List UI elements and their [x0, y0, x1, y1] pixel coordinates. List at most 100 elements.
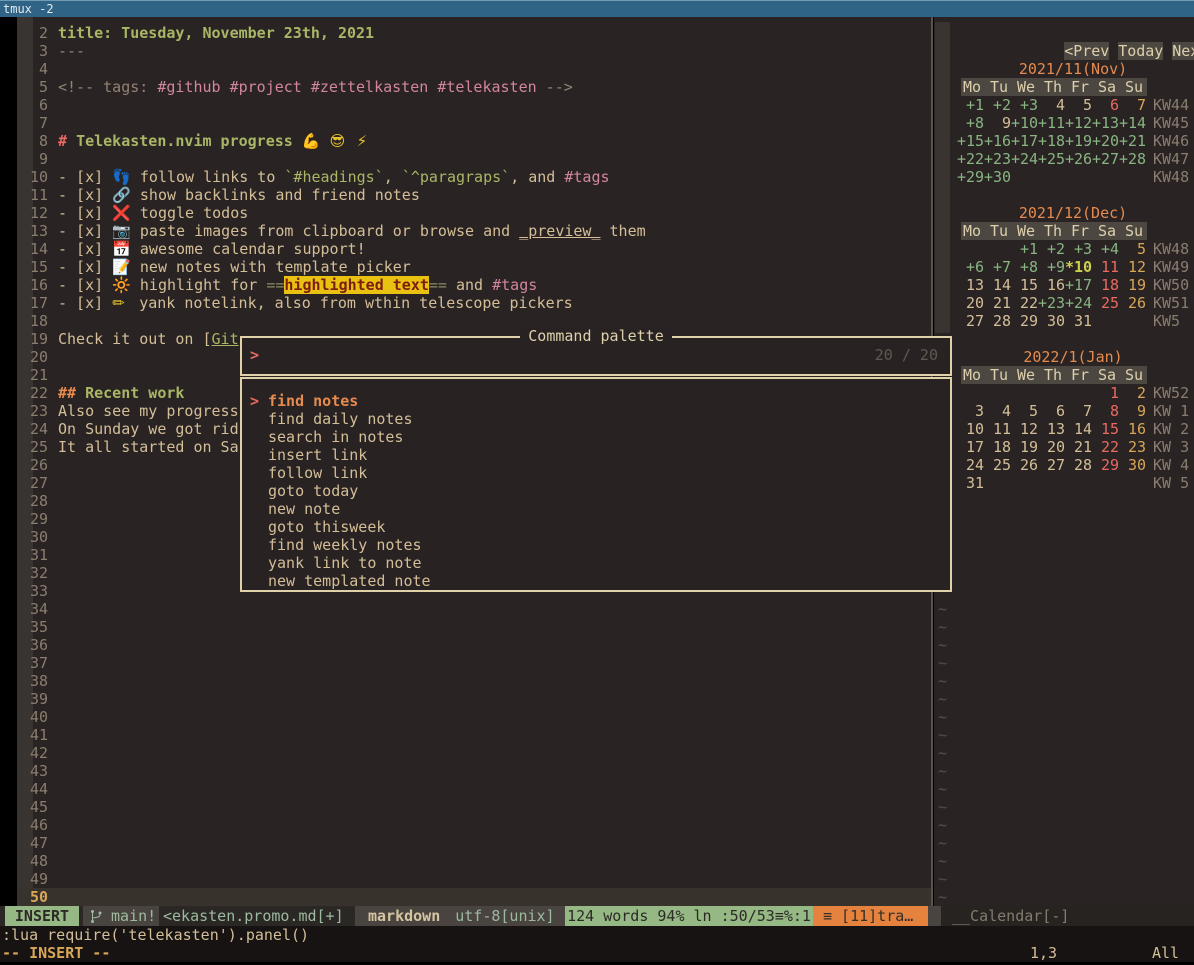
calendar-day-4[interactable]: +4 — [1092, 240, 1119, 258]
calendar-day-31[interactable]: 31 — [957, 474, 984, 492]
calendar-day-4[interactable]: 4 — [984, 402, 1011, 420]
calendar-day-21[interactable]: 21 — [1065, 438, 1092, 456]
calendar-day-21[interactable]: +21 — [1119, 132, 1146, 150]
calendar-day-18[interactable]: +18 — [1038, 132, 1065, 150]
calendar-day-13[interactable]: 13 — [957, 276, 984, 294]
calendar-day-8[interactable]: +8 — [1011, 258, 1038, 276]
calendar-day-11[interactable]: +11 — [1038, 114, 1065, 132]
calendar-today-button[interactable]: Today — [1118, 42, 1163, 60]
calendar-day-12[interactable]: 12 — [1119, 258, 1146, 276]
calendar-day-10[interactable]: *10 — [1065, 258, 1092, 276]
calendar-day-7[interactable]: 7 — [1065, 402, 1092, 420]
calendar-day-31[interactable]: 31 — [1065, 312, 1092, 330]
calendar-day-12[interactable]: +12 — [1065, 114, 1092, 132]
calendar-day-27[interactable]: 27 — [1038, 456, 1065, 474]
calendar-day-27[interactable]: 27 — [957, 312, 984, 330]
calendar-day-22[interactable]: 22 — [1011, 294, 1038, 312]
calendar-day-14[interactable]: +14 — [1119, 114, 1146, 132]
calendar-day-2[interactable]: +2 — [1038, 240, 1065, 258]
calendar-day-5[interactable]: 5 — [1011, 402, 1038, 420]
calendar-day-20[interactable]: 20 — [957, 294, 984, 312]
calendar-day-15[interactable]: 15 — [1011, 276, 1038, 294]
calendar-next-button[interactable]: Next> — [1172, 42, 1194, 60]
calendar-day-29[interactable]: 29 — [1092, 456, 1119, 474]
calendar-day-3[interactable]: +3 — [1065, 240, 1092, 258]
calendar-day-20[interactable]: 20 — [1038, 438, 1065, 456]
calendar-day-25[interactable]: 25 — [1092, 294, 1119, 312]
calendar-day-28[interactable]: 28 — [1065, 456, 1092, 474]
calendar-day-6[interactable]: 6 — [1038, 402, 1065, 420]
calendar-day-9[interactable]: +9 — [1038, 258, 1065, 276]
palette-item-insert-link[interactable]: insert link — [242, 446, 950, 464]
calendar-day-18[interactable]: 18 — [984, 438, 1011, 456]
calendar-day-16[interactable]: 16 — [1119, 420, 1146, 438]
calendar-day-28[interactable]: 28 — [984, 312, 1011, 330]
calendar-day-30[interactable]: 30 — [1038, 312, 1065, 330]
palette-item-goto-thisweek[interactable]: goto thisweek — [242, 518, 950, 536]
calendar-day-24[interactable]: 24 — [957, 456, 984, 474]
calendar-day-15[interactable]: 15 — [1092, 420, 1119, 438]
palette-input-box[interactable]: > 20 / 20 — [240, 336, 952, 376]
calendar-day-3[interactable]: 3 — [957, 402, 984, 420]
calendar-day-3[interactable]: +3 — [1011, 96, 1038, 114]
calendar-day-21[interactable]: 21 — [984, 294, 1011, 312]
calendar-day-30[interactable]: +30 — [984, 168, 1011, 186]
calendar-day-10[interactable]: +10 — [1011, 114, 1038, 132]
calendar-day-16[interactable]: 16 — [1038, 276, 1065, 294]
palette-item-follow-link[interactable]: follow link — [242, 464, 950, 482]
calendar-day-22[interactable]: +22 — [957, 150, 984, 168]
calendar-day-24[interactable]: +24 — [1065, 294, 1092, 312]
palette-item-new-note[interactable]: new note — [242, 500, 950, 518]
calendar-day-11[interactable]: 11 — [1092, 258, 1119, 276]
calendar-day-14[interactable]: 14 — [1065, 420, 1092, 438]
calendar-day-2[interactable]: +2 — [984, 96, 1011, 114]
window-titlebar[interactable]: tmux -2 — [0, 0, 1194, 17]
calendar-day-6[interactable]: 6 — [1092, 96, 1119, 114]
calendar-day-9[interactable]: 9 — [984, 114, 1011, 132]
calendar-day-29[interactable]: +29 — [957, 168, 984, 186]
calendar-day-7[interactable]: +7 — [984, 258, 1011, 276]
calendar-day-10[interactable]: 10 — [957, 420, 984, 438]
calendar-day-12[interactable]: 12 — [1011, 420, 1038, 438]
palette-item-search-in-notes[interactable]: search in notes — [242, 428, 950, 446]
calendar-day-1[interactable]: +1 — [957, 96, 984, 114]
calendar-day-1[interactable]: +1 — [1011, 240, 1038, 258]
calendar-day-26[interactable]: +26 — [1065, 150, 1092, 168]
calendar-day-19[interactable]: 19 — [1011, 438, 1038, 456]
calendar-day-25[interactable]: 25 — [984, 456, 1011, 474]
palette-item-find-daily-notes[interactable]: find daily notes — [242, 410, 950, 428]
calendar-day-26[interactable]: 26 — [1011, 456, 1038, 474]
calendar-day-19[interactable]: +19 — [1065, 132, 1092, 150]
calendar-day-28[interactable]: +28 — [1119, 150, 1146, 168]
calendar-day-22[interactable]: 22 — [1092, 438, 1119, 456]
calendar-day-29[interactable]: 29 — [1011, 312, 1038, 330]
calendar-day-14[interactable]: 14 — [984, 276, 1011, 294]
calendar-day-7[interactable]: 7 — [1119, 96, 1146, 114]
calendar-day-8[interactable]: +8 — [957, 114, 984, 132]
calendar-day-2[interactable]: 2 — [1119, 384, 1146, 402]
calendar-day-25[interactable]: +25 — [1038, 150, 1065, 168]
calendar-day-1[interactable]: 1 — [1092, 384, 1119, 402]
palette-item-find-notes[interactable]: >find notes — [242, 392, 950, 410]
calendar-day-15[interactable]: +15 — [957, 132, 984, 150]
palette-item-yank-link-to-note[interactable]: yank link to note — [242, 554, 950, 572]
calendar-day-24[interactable]: +24 — [1011, 150, 1038, 168]
calendar-day-20[interactable]: +20 — [1092, 132, 1119, 150]
calendar-day-19[interactable]: 19 — [1119, 276, 1146, 294]
calendar-day-17[interactable]: 17 — [957, 438, 984, 456]
palette-item-new-templated-note[interactable]: new templated note — [242, 572, 950, 590]
calendar-day-13[interactable]: +13 — [1092, 114, 1119, 132]
calendar-day-5[interactable]: 5 — [1119, 240, 1146, 258]
calendar-day-16[interactable]: +16 — [984, 132, 1011, 150]
calendar-day-23[interactable]: +23 — [1038, 294, 1065, 312]
calendar-day-5[interactable]: 5 — [1065, 96, 1092, 114]
calendar-prev-button[interactable]: <Prev — [1064, 42, 1109, 60]
calendar-day-23[interactable]: +23 — [984, 150, 1011, 168]
calendar-day-18[interactable]: 18 — [1092, 276, 1119, 294]
calendar-day-30[interactable]: 30 — [1119, 456, 1146, 474]
calendar-day-17[interactable]: +17 — [1065, 276, 1092, 294]
calendar-day-17[interactable]: +17 — [1011, 132, 1038, 150]
calendar-day-23[interactable]: 23 — [1119, 438, 1146, 456]
calendar-day-27[interactable]: +27 — [1092, 150, 1119, 168]
command-line[interactable]: :lua require('telekasten').panel() — [0, 926, 1194, 944]
